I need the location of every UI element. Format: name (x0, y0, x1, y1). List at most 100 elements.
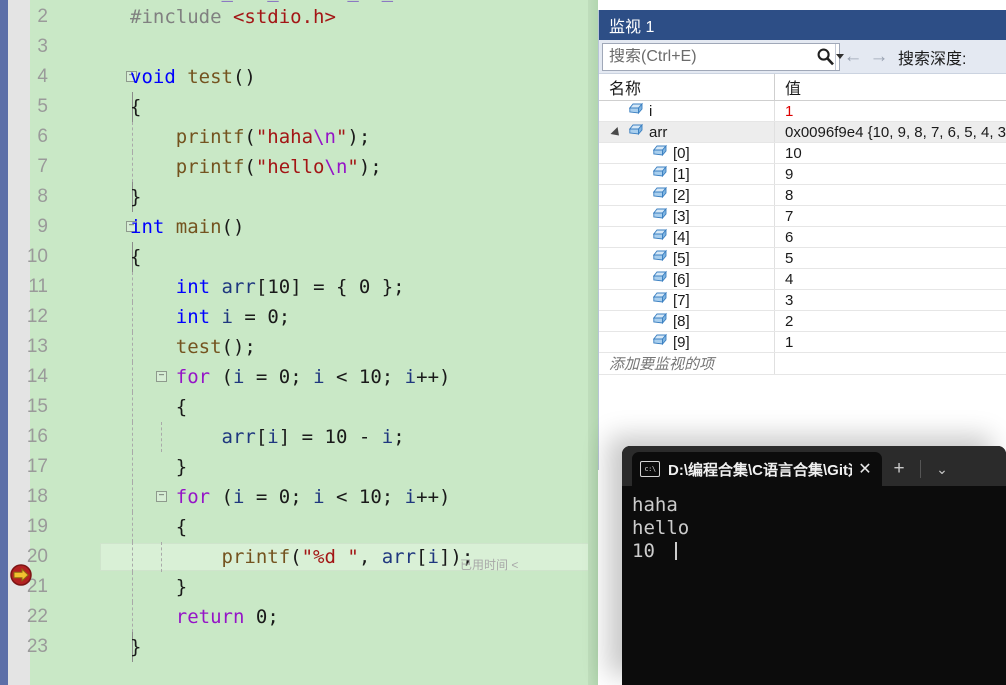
line-number: 19 (26, 516, 48, 537)
line-number: 5 (37, 96, 48, 117)
column-header-name[interactable]: 名称 (599, 74, 775, 100)
close-icon[interactable]: ✕ (852, 456, 878, 482)
variable-cube-icon (652, 312, 669, 330)
code-line[interactable]: 12 int i = 0; (27, 302, 598, 332)
code-line[interactable]: 7 printf("hello\n"); (30, 152, 598, 182)
watch-variable-name: [8] (673, 312, 690, 330)
watch-variable-value[interactable]: 6 (775, 227, 1006, 247)
watch-variable-value[interactable]: 5 (775, 248, 1006, 268)
code-line[interactable]: 9 int main() (30, 212, 598, 242)
search-input[interactable] (603, 47, 816, 66)
code-line[interactable]: 10 { (27, 242, 598, 272)
code-line[interactable]: 2 #include <stdio.h> (30, 2, 598, 32)
watch-panel: 监视 1 ← → 搜索深度: 名称 值 (598, 10, 1006, 470)
code-line[interactable]: 18 for (i = 0; i < 10; i++) (27, 482, 598, 512)
code-text: { (130, 396, 188, 418)
code-line[interactable]: 19 { (27, 512, 598, 542)
watch-row[interactable]: [9] 1 (599, 332, 1006, 353)
watch-variable-name: [0] (673, 144, 690, 162)
watch-panel-titlebar[interactable]: 监视 1 (599, 10, 1006, 40)
watch-variable-value[interactable]: 10 (775, 143, 1006, 163)
code-line[interactable]: 11 int arr[10] = { 0 }; (28, 272, 598, 302)
watch-row[interactable]: i1 (599, 101, 1006, 122)
code-text: void test() (130, 66, 256, 88)
watch-row-name-cell[interactable]: [3] (599, 206, 775, 226)
search-next-icon[interactable]: → (866, 42, 892, 72)
watch-variable-value[interactable]: 2 (775, 311, 1006, 331)
watch-row[interactable]: [1] 9 (599, 164, 1006, 185)
watch-row-name-cell[interactable]: [4] (599, 227, 775, 247)
watch-row[interactable]: [2] 8 (599, 185, 1006, 206)
code-line[interactable]: 20 printf("%d ", arr[i]); 已用时间 < (27, 542, 598, 572)
search-previous-icon[interactable]: ← (840, 42, 866, 72)
watch-row-name-cell[interactable]: [7] (599, 290, 775, 310)
code-line[interactable]: 13 test(); (27, 332, 598, 362)
watch-row-name-cell[interactable]: [0] (599, 143, 775, 163)
editor-vertical-scrollbar[interactable] (588, 0, 598, 685)
watch-row-name-cell[interactable]: [2] (599, 185, 775, 205)
console-output[interactable]: haha hello 10 (622, 486, 1006, 563)
watch-row-name-cell[interactable]: [8] (599, 311, 775, 331)
code-text: int i = 0; (175, 306, 291, 328)
watch-row-name-cell[interactable]: [9] (599, 332, 775, 352)
watch-row[interactable]: [0] 10 (599, 143, 1006, 164)
console-tab-title: D:\编程合集\C语言合集\Git远 (668, 461, 852, 479)
code-surface[interactable]: 1#define _CRT_SECURE_NO_WARNINGS2#includ… (27, 0, 598, 685)
watch-variable-value[interactable]: 8 (775, 185, 1006, 205)
watch-row-name-cell[interactable]: [6] (599, 269, 775, 289)
line-number: 13 (26, 336, 48, 357)
chevron-down-icon[interactable]: ⌄ (927, 452, 957, 486)
console-window[interactable]: c:\ D:\编程合集\C语言合集\Git远 ✕ + ⌄ haha hello 10 (622, 446, 1006, 685)
watch-row[interactable]: [8] 2 (599, 311, 1006, 332)
search-icon[interactable] (816, 44, 835, 70)
watch-add-item-row[interactable]: 添加要监视的项 (599, 353, 1006, 375)
code-line[interactable]: 17 } (27, 452, 598, 482)
watch-grid-body[interactable]: i 1 arr 0x0096f9e4 {10, 9, 8, 7, 6, 5, 4, 3… (599, 101, 1006, 353)
watch-search-box[interactable] (602, 42, 844, 71)
column-header-value[interactable]: 值 (775, 74, 1006, 100)
code-text: printf("hello\n"); (175, 156, 382, 178)
watch-row-name-cell[interactable]: [1] (599, 164, 775, 184)
watch-variable-value[interactable]: 1 (775, 101, 1006, 121)
watch-variable-value[interactable]: 3 (775, 290, 1006, 310)
watch-row[interactable]: [4] 6 (599, 227, 1006, 248)
watch-row[interactable]: [3] 7 (599, 206, 1006, 227)
variable-cube-icon (652, 228, 669, 246)
code-line[interactable]: 14 for (i = 0; i < 10; i++) (27, 362, 598, 392)
code-line[interactable]: 15 { (27, 392, 598, 422)
watch-variable-value[interactable]: 1 (775, 332, 1006, 352)
code-line[interactable]: 6 printf("haha\n"); (30, 122, 598, 152)
console-tab[interactable]: c:\ D:\编程合集\C语言合集\Git远 ✕ (632, 452, 882, 486)
watch-row[interactable]: arr 0x0096f9e4 {10, 9, 8, 7, 6, 5, 4, 3, … (599, 122, 1006, 143)
code-editor[interactable]: 1#define _CRT_SECURE_NO_WARNINGS2#includ… (0, 0, 598, 685)
code-line[interactable]: 23} (27, 632, 598, 662)
watch-row-name-content: [5] (599, 249, 690, 267)
watch-panel-title: 监视 1 (609, 19, 655, 36)
watch-variable-value[interactable]: 7 (775, 206, 1006, 226)
variable-cube-icon (652, 333, 669, 351)
command-prompt-icon: c:\ (640, 461, 660, 477)
watch-row-name-content: [1] (599, 165, 690, 183)
code-line[interactable]: 4 void test() (30, 62, 598, 92)
watch-row-name-cell[interactable]: i (599, 101, 775, 121)
watch-row[interactable]: [5] 5 (599, 248, 1006, 269)
code-line[interactable]: 16 arr[i] = 10 - i; (27, 422, 598, 452)
code-line[interactable]: 5{ (30, 92, 598, 122)
watch-row[interactable]: [6] 4 (599, 269, 1006, 290)
line-number: 4 (37, 66, 48, 87)
watch-row[interactable]: [7] 3 (599, 290, 1006, 311)
watch-row-name-cell[interactable]: arr (599, 122, 775, 142)
code-line[interactable]: 21 } (27, 572, 598, 602)
console-tab-bar: c:\ D:\编程合集\C语言合集\Git远 ✕ + ⌄ (622, 446, 1006, 486)
watch-row-name-cell[interactable]: [5] (599, 248, 775, 268)
new-tab-icon[interactable]: + (882, 452, 916, 486)
code-line[interactable]: 8} (30, 182, 598, 212)
watch-variable-name: [2] (673, 186, 690, 204)
variable-cube-icon (652, 165, 669, 183)
watch-variable-value[interactable]: 9 (775, 164, 1006, 184)
watch-variable-value[interactable]: 4 (775, 269, 1006, 289)
watch-toolbar: ← → 搜索深度: (599, 40, 1006, 74)
code-line[interactable]: 22 return 0; (27, 602, 598, 632)
code-line[interactable]: 3 (30, 32, 598, 62)
watch-variable-value[interactable]: 0x0096f9e4 {10, 9, 8, 7, 6, 5, 4, 3, 2, (775, 122, 1006, 142)
